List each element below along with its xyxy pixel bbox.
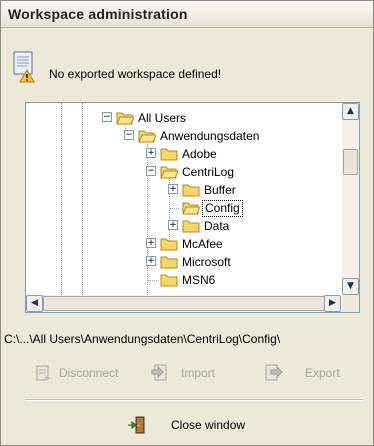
title-bar: Workspace administration [1,1,373,28]
folder-open-icon [116,112,134,125]
tree-viewport: − All Users − Anwendungsdaten + Adobe − … [26,103,341,295]
import-icon [151,364,167,381]
vertical-scroll-thumb[interactable] [343,149,358,175]
document-warning-icon [13,51,35,83]
close-window-button[interactable]: Close window [127,414,245,436]
tree-node-label: MSN6 [182,273,216,287]
expand-toggle[interactable]: + [168,220,178,230]
tree-guide [147,139,148,295]
folder-icon [182,220,200,233]
export-icon [265,364,283,381]
folder-open-icon [160,166,178,179]
folder-tree[interactable]: − All Users − Anwendungsdaten + Adobe − … [25,102,360,313]
tree-guide [147,280,157,281]
close-window-label: Close window [171,418,246,432]
tree-guide [82,103,83,295]
import-label: Import [181,366,216,380]
separator [25,399,363,401]
expand-toggle[interactable]: + [146,238,156,248]
expand-toggle[interactable]: + [146,256,156,266]
export-label: Export [305,366,340,380]
tree-guide [169,208,179,209]
disconnect-button[interactable]: Disconnect [35,361,135,385]
folder-open-icon [182,202,200,215]
workspace-admin-dialog: Workspace administration No exported wor… [0,0,374,446]
collapse-toggle[interactable]: − [146,166,156,176]
tree-node-label: Adobe [182,147,217,161]
tree-guide [61,103,62,295]
expand-toggle[interactable]: + [146,148,156,158]
exit-door-icon [128,416,145,434]
folder-icon [182,184,200,197]
dialog-title: Workspace administration [8,6,188,22]
tree-node-label: Data [204,219,230,233]
import-button[interactable]: Import [151,361,231,385]
collapse-toggle[interactable]: − [102,112,112,122]
tree-node-label-selected: Config [202,200,243,217]
scroll-down-button[interactable]: ▼ [342,278,359,295]
disconnect-label: Disconnect [59,366,119,380]
scrollbar-corner [342,295,359,312]
folder-icon [160,256,178,269]
folder-open-icon [138,130,156,143]
tree-node-label: McAfee [182,237,223,251]
selected-path: C:\...\All Users\Anwendungsdaten\CentriL… [4,332,281,346]
status-message: No exported workspace defined! [49,67,222,81]
disconnect-icon [36,365,51,381]
folder-icon [160,274,178,287]
tree-node-label: Buffer [204,183,236,197]
tree-node-label: Anwendungsdaten [160,129,260,143]
scroll-right-button[interactable]: ▶ [324,295,341,312]
folder-icon [160,148,178,161]
tree-node-label: All Users [138,111,187,125]
horizontal-scroll-thumb[interactable] [43,296,325,311]
tree-node-label: Microsoft [182,255,231,269]
scroll-up-button[interactable]: ▲ [342,103,359,120]
scroll-left-button[interactable]: ◀ [26,295,43,312]
tree-node-label: CentriLog [182,165,235,179]
export-button[interactable]: Export [265,361,345,385]
collapse-toggle[interactable]: − [124,130,134,140]
expand-toggle[interactable]: + [168,184,178,194]
horizontal-scrollbar[interactable]: ◀ ▶ [26,295,341,312]
folder-icon [160,238,178,251]
vertical-scrollbar[interactable]: ▲ ▼ [342,103,359,295]
